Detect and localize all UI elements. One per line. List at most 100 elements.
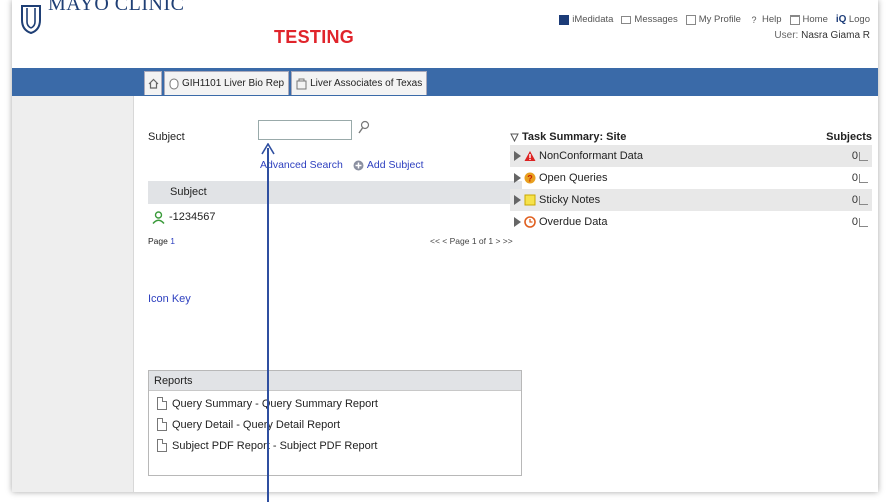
logo-text: MAYO CLINIC: [48, 0, 185, 15]
query-icon: ?: [524, 172, 536, 184]
report-label: Subject PDF Report - Subject PDF Report: [172, 439, 378, 452]
sticky-note-icon: [524, 194, 536, 206]
add-subject-label: Add Subject: [366, 159, 424, 171]
home-link[interactable]: Home: [789, 14, 828, 25]
task-label: Overdue Data: [539, 216, 608, 228]
task-summary-title: Task Summary: Site: [522, 131, 627, 143]
page-indicator: Page 1: [148, 236, 175, 246]
logout-label: Logo: [848, 14, 870, 25]
expand-arrow-icon[interactable]: [514, 195, 521, 205]
search-actions: Advanced Search Add Subject: [260, 159, 424, 171]
report-label: Query Summary - Query Summary Report: [172, 397, 378, 410]
browser-frame: MAYO CLINIC TESTING iMedidata Messages M…: [12, 0, 878, 492]
task-label: NonConformant Data: [539, 150, 643, 162]
left-rail: [12, 96, 134, 492]
home-label: Home: [802, 14, 828, 25]
user-info: User: Nasra Giama R: [774, 30, 870, 41]
task-row-nonconformant[interactable]: NonConformant Data 0: [510, 145, 872, 167]
page-number-link[interactable]: 1: [170, 236, 175, 246]
collapse-triangle-icon: [510, 133, 519, 142]
subject-table-header: Subject: [148, 181, 522, 204]
pager[interactable]: << < Page 1 of 1 > >>: [430, 236, 513, 246]
help-link[interactable]: ? Help: [749, 14, 782, 25]
logout-icon: iQ: [835, 13, 847, 25]
breadcrumb: GIH1101 Liver Bio Rep Liver Associates o…: [144, 71, 429, 95]
study-icon: [169, 78, 179, 89]
subject-id[interactable]: -1234567: [169, 211, 216, 223]
site-tab-label: Liver Associates of Texas: [310, 78, 423, 89]
expand-arrow-icon[interactable]: [514, 173, 521, 183]
imedidata-label: iMedidata: [572, 14, 614, 25]
person-icon: [152, 210, 165, 224]
expand-arrow-icon[interactable]: [514, 151, 521, 161]
logout-link[interactable]: iQ Logo: [836, 14, 870, 25]
study-tab-label: GIH1101 Liver Bio Rep: [182, 78, 285, 89]
document-icon: [157, 439, 167, 452]
medidata-icon: [559, 14, 570, 25]
task-summary-title-wrap[interactable]: Task Summary: Site: [510, 131, 626, 143]
home-icon: [148, 78, 158, 89]
page-label: Page: [148, 236, 168, 246]
report-item[interactable]: Subject PDF Report - Subject PDF Report: [149, 433, 521, 454]
messages-label: Messages: [634, 14, 678, 25]
task-row-overdue-data[interactable]: Overdue Data 0: [510, 211, 872, 233]
open-link-icon: [859, 195, 868, 205]
task-count-value: 0: [851, 172, 858, 184]
task-row-sticky-notes[interactable]: Sticky Notes 0: [510, 189, 872, 211]
profile-icon: [685, 14, 696, 25]
icon-key-link[interactable]: Icon Key: [148, 293, 191, 305]
task-count-value: 0: [851, 194, 858, 206]
annotation-arrow-head: [261, 143, 275, 155]
task-count-value: 0: [851, 150, 858, 162]
open-link-icon: [859, 173, 868, 183]
my-profile-link[interactable]: My Profile: [685, 14, 741, 25]
report-label: Query Detail - Query Detail Report: [172, 418, 341, 431]
envelope-icon: [621, 15, 632, 24]
task-count[interactable]: 0: [852, 194, 868, 206]
task-count[interactable]: 0: [852, 172, 868, 184]
reports-panel: Reports Query Summary - Query Summary Re…: [148, 370, 522, 476]
environment-label: TESTING: [274, 27, 355, 47]
task-row-open-queries[interactable]: ? Open Queries 0: [510, 167, 872, 189]
breadcrumb-study-tab[interactable]: GIH1101 Liver Bio Rep: [164, 71, 290, 95]
report-item[interactable]: Query Summary - Query Summary Report: [149, 391, 521, 412]
report-item[interactable]: Query Detail - Query Detail Report: [149, 412, 521, 433]
open-link-icon: [859, 151, 868, 161]
search-icon: [358, 120, 370, 134]
warning-icon: [524, 151, 536, 161]
task-count-value: 0: [851, 216, 858, 228]
add-subject-link[interactable]: Add Subject: [353, 159, 424, 171]
imedidata-link[interactable]: iMedidata: [559, 14, 613, 25]
top-links: iMedidata Messages My Profile ? Help Hom…: [559, 14, 870, 25]
svg-text:?: ?: [527, 174, 533, 184]
overdue-icon: [524, 216, 536, 228]
task-label: Sticky Notes: [539, 194, 601, 206]
advanced-search-link[interactable]: Advanced Search: [260, 159, 343, 171]
breadcrumb-site-tab[interactable]: Liver Associates of Texas: [291, 71, 428, 95]
breadcrumb-home[interactable]: [144, 71, 162, 95]
subjects-column-header: Subjects: [826, 131, 872, 143]
messages-link[interactable]: Messages: [621, 14, 678, 25]
mayo-clinic-logo[interactable]: MAYO CLINIC: [20, 0, 184, 42]
search-button[interactable]: [357, 120, 371, 136]
user-label: User:: [774, 30, 799, 41]
task-count[interactable]: 0: [852, 216, 868, 228]
site-icon: [296, 78, 307, 89]
reports-header: Reports: [149, 371, 521, 391]
task-summary-header: Task Summary: Site Subjects: [510, 131, 872, 143]
add-icon: [353, 160, 364, 170]
open-link-icon: [859, 217, 868, 227]
my-profile-label: My Profile: [698, 14, 741, 25]
subject-search-label: Subject: [148, 131, 185, 143]
expand-arrow-icon[interactable]: [514, 217, 521, 227]
help-label: Help: [761, 14, 782, 25]
subject-search-input[interactable]: [258, 120, 352, 140]
user-name: Nasra Giama R: [801, 30, 870, 41]
shield-logo-icon: [20, 4, 42, 34]
task-label: Open Queries: [539, 172, 608, 184]
document-icon: [157, 397, 167, 410]
help-icon: ?: [751, 14, 757, 25]
table-row[interactable]: -1234567: [148, 205, 522, 229]
document-icon: [157, 418, 167, 431]
task-count[interactable]: 0: [852, 150, 868, 162]
